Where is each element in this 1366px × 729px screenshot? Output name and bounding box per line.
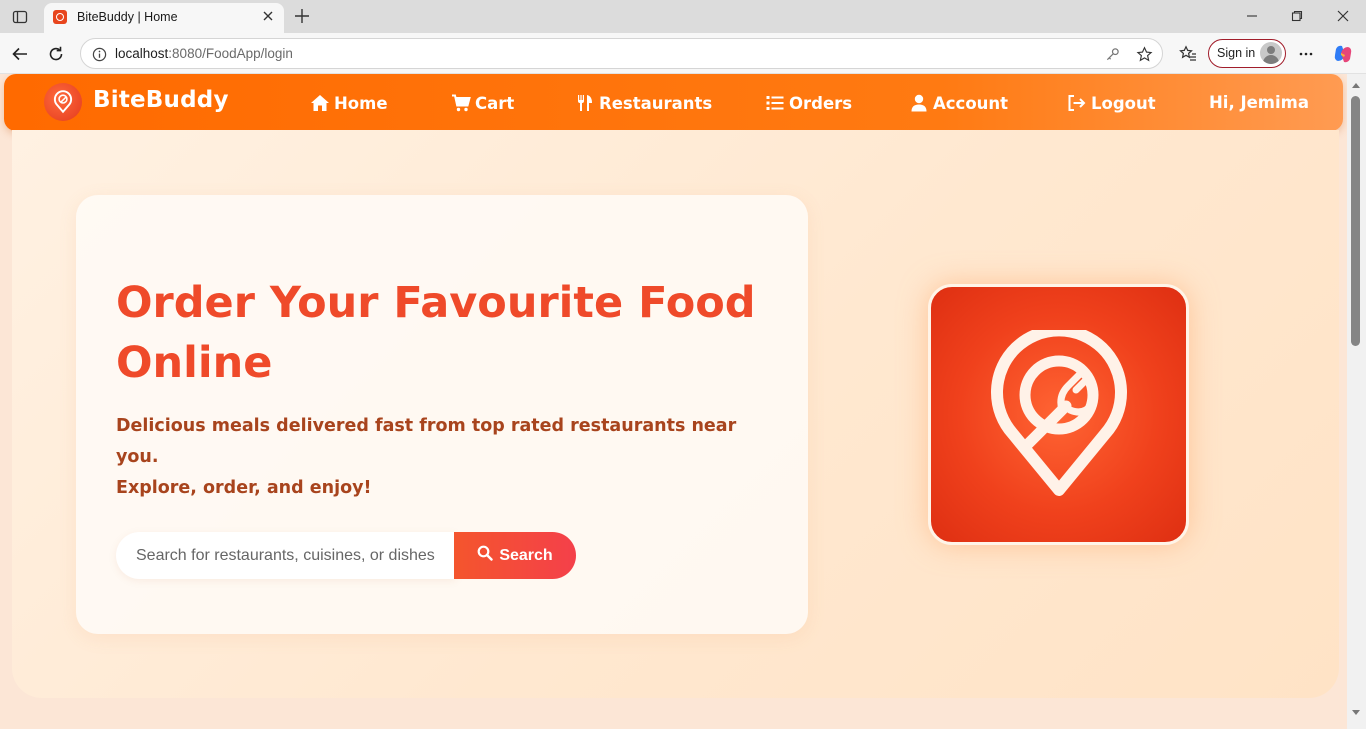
nav-logout-label: Logout [1091, 93, 1156, 113]
list-icon [765, 94, 785, 112]
nav-restaurants-label: Restaurants [599, 93, 713, 113]
new-tab-icon[interactable] [292, 6, 312, 26]
favorite-star-icon[interactable] [1135, 45, 1153, 63]
back-arrow-icon[interactable] [8, 42, 32, 66]
restore-icon[interactable] [1274, 5, 1320, 27]
refresh-icon[interactable] [44, 42, 68, 66]
user-icon [909, 94, 929, 112]
home-icon [310, 94, 330, 112]
search-icon [477, 545, 494, 566]
hero-subtitle-line1: Delicious meals delivered fast from top … [116, 416, 737, 467]
password-key-icon[interactable] [1103, 45, 1121, 63]
nav-account-link[interactable]: Account [909, 92, 1008, 114]
copilot-icon[interactable] [1331, 42, 1355, 66]
pin-fork-logo-icon [990, 329, 1127, 496]
nav-orders-label: Orders [789, 93, 853, 113]
nav-restaurants-link[interactable]: Restaurants [575, 92, 712, 114]
nav-orders-link[interactable]: Orders [765, 92, 852, 114]
hero-subtitle: Delicious meals delivered fast from top … [116, 411, 756, 504]
nav-home-link[interactable]: Home [310, 92, 388, 114]
browser-tab-active[interactable]: BiteBuddy | Home [44, 3, 284, 33]
search-input[interactable] [116, 532, 456, 579]
hero-subtitle-line2: Explore, order, and enjoy! [116, 478, 372, 498]
profile-avatar-icon [1260, 42, 1282, 64]
favorites-list-icon[interactable] [1176, 42, 1200, 66]
page-scrollbar[interactable] [1347, 74, 1366, 729]
sign-in-button[interactable]: Sign in [1208, 39, 1286, 68]
nav-home-label: Home [334, 93, 388, 113]
user-greeting: Hi, Jemima [1209, 93, 1309, 112]
page-viewport: BiteBuddy Home Cart Restaurants Orders A… [0, 74, 1347, 729]
tab-actions-icon[interactable] [8, 6, 32, 28]
scrollbar-thumb[interactable] [1351, 96, 1360, 346]
scroll-down-icon[interactable] [1351, 708, 1361, 718]
scroll-up-icon[interactable] [1351, 80, 1361, 90]
nav-logout-link[interactable]: Logout [1067, 92, 1156, 114]
hero-card: Order Your Favourite Food Online Delicio… [76, 195, 808, 634]
minimize-icon[interactable] [1229, 5, 1275, 27]
sign-in-label: Sign in [1217, 46, 1256, 60]
nav-account-label: Account [933, 93, 1009, 113]
search-button-label: Search [499, 546, 553, 564]
brand-logo-icon[interactable] [44, 83, 82, 121]
utensils-icon [575, 94, 595, 112]
logout-icon [1067, 94, 1087, 112]
top-navbar: BiteBuddy Home Cart Restaurants Orders A… [4, 74, 1343, 131]
close-window-icon[interactable] [1320, 5, 1366, 27]
hero-section: Order Your Favourite Food Online Delicio… [12, 130, 1339, 698]
url-text: localhost:8080/FoodApp/login [115, 46, 293, 61]
search-button[interactable]: Search [454, 532, 576, 579]
tab-close-icon[interactable] [260, 8, 276, 24]
browser-tabstrip: BiteBuddy | Home [0, 0, 1366, 33]
address-bar[interactable]: localhost:8080/FoodApp/login [80, 38, 1163, 69]
tab-favicon-icon [53, 10, 67, 24]
site-info-icon[interactable] [90, 45, 108, 63]
tab-title: BiteBuddy | Home [77, 10, 178, 24]
more-menu-icon[interactable] [1294, 42, 1318, 66]
browser-toolbar: localhost:8080/FoodApp/login Sign in [0, 33, 1366, 74]
hero-title: Order Your Favourite Food Online [116, 278, 756, 388]
nav-cart-link[interactable]: Cart [451, 92, 514, 114]
brand-name[interactable]: BiteBuddy [93, 87, 229, 113]
nav-cart-label: Cart [475, 93, 515, 113]
cart-icon [451, 94, 471, 112]
app-logo-image [928, 284, 1189, 545]
